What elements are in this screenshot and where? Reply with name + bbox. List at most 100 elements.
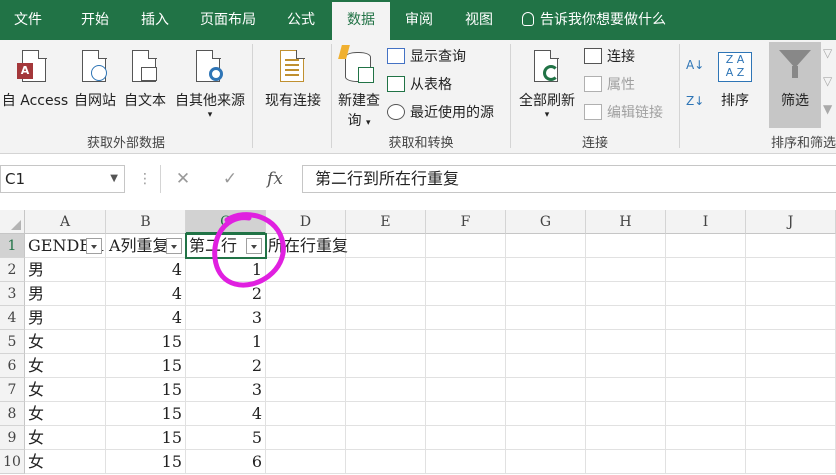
empty-cell[interactable] (266, 402, 346, 426)
empty-cell[interactable] (266, 378, 346, 402)
row-header[interactable]: 6 (0, 354, 25, 378)
empty-cell[interactable] (426, 402, 506, 426)
empty-cell[interactable] (346, 306, 426, 330)
tab-file[interactable]: 文件 (0, 0, 56, 40)
table-cell[interactable]: 15 (106, 402, 186, 426)
empty-cell[interactable] (266, 354, 346, 378)
empty-cell[interactable] (346, 426, 426, 450)
column-header-c[interactable]: C (186, 210, 266, 234)
empty-cell[interactable] (586, 306, 666, 330)
column-header-e[interactable]: E (346, 210, 426, 234)
column-header-h[interactable]: H (586, 210, 666, 234)
tab-review[interactable]: 审阅 (390, 0, 448, 40)
table-cell[interactable]: 15 (106, 354, 186, 378)
empty-cell[interactable] (506, 282, 586, 306)
row-header[interactable]: 3 (0, 282, 25, 306)
empty-cell[interactable] (746, 330, 836, 354)
sort-button[interactable]: Z AA Z 排序 (712, 46, 758, 126)
table-cell[interactable]: 4 (106, 306, 186, 330)
from-table-button[interactable]: 从表格 (387, 74, 452, 96)
column-header-d[interactable]: D (266, 210, 346, 234)
tab-formulas[interactable]: 公式 (272, 0, 330, 40)
column-header-f[interactable]: F (426, 210, 506, 234)
row-header[interactable]: 1 (0, 234, 25, 258)
filter-dropdown-icon[interactable] (86, 238, 102, 254)
table-cell[interactable]: 15 (106, 450, 186, 474)
table-cell[interactable]: 2 (186, 282, 266, 306)
sort-descending-button[interactable]: Z↓ (686, 90, 704, 112)
empty-cell[interactable] (346, 378, 426, 402)
table-cell[interactable]: 5 (186, 426, 266, 450)
table-cell[interactable]: 男 (25, 258, 106, 282)
empty-cell[interactable] (666, 306, 746, 330)
from-text-button[interactable]: 自文本 (120, 46, 170, 126)
empty-cell[interactable] (426, 426, 506, 450)
empty-cell[interactable] (426, 282, 506, 306)
empty-cell[interactable] (586, 330, 666, 354)
name-box[interactable]: C1 ▼ (0, 165, 125, 193)
table-cell[interactable]: 女 (25, 450, 106, 474)
empty-cell[interactable] (586, 282, 666, 306)
table-cell[interactable]: 女 (25, 354, 106, 378)
empty-cell[interactable] (506, 234, 586, 258)
row-header[interactable]: 4 (0, 306, 25, 330)
empty-cell[interactable] (586, 258, 666, 282)
empty-cell[interactable] (666, 378, 746, 402)
empty-cell[interactable] (666, 354, 746, 378)
formula-input[interactable]: 第二行到所在行重复 (302, 165, 836, 193)
table-cell[interactable]: 男 (25, 306, 106, 330)
table-cell[interactable]: 女 (25, 330, 106, 354)
empty-cell[interactable] (426, 306, 506, 330)
empty-cell[interactable] (266, 426, 346, 450)
existing-connections-button[interactable]: 现有连接 (258, 46, 328, 126)
empty-cell[interactable] (506, 258, 586, 282)
table-cell[interactable]: 4 (106, 282, 186, 306)
empty-cell[interactable] (506, 354, 586, 378)
empty-cell[interactable] (746, 306, 836, 330)
select-all-corner[interactable] (0, 210, 25, 234)
table-cell[interactable]: 3 (186, 378, 266, 402)
table-cell[interactable]: 4 (106, 258, 186, 282)
empty-cell[interactable] (506, 378, 586, 402)
recent-sources-button[interactable]: 最近使用的源 (387, 102, 494, 124)
empty-cell[interactable] (346, 450, 426, 474)
empty-cell[interactable] (426, 378, 506, 402)
empty-cell[interactable] (746, 234, 836, 258)
empty-cell[interactable] (266, 258, 346, 282)
from-other-sources-button[interactable]: 自其他来源 ▾ (170, 46, 250, 126)
empty-cell[interactable] (746, 354, 836, 378)
empty-cell[interactable] (746, 258, 836, 282)
empty-cell[interactable] (346, 330, 426, 354)
tab-view[interactable]: 视图 (450, 0, 508, 40)
empty-cell[interactable] (266, 330, 346, 354)
empty-cell[interactable] (666, 426, 746, 450)
tab-data[interactable]: 数据 (332, 2, 390, 40)
connections-button[interactable]: 连接 (584, 46, 635, 68)
empty-cell[interactable] (506, 330, 586, 354)
tab-page-layout[interactable]: 页面布局 (190, 0, 266, 40)
empty-cell[interactable] (346, 402, 426, 426)
from-web-button[interactable]: 自网站 (70, 46, 120, 126)
empty-cell[interactable] (426, 330, 506, 354)
empty-cell[interactable] (266, 282, 346, 306)
tell-me-search[interactable]: 告诉我你想要做什么 (522, 0, 666, 40)
tab-home[interactable]: 开始 (66, 0, 124, 40)
table-cell[interactable]: 1 (186, 258, 266, 282)
row-header[interactable]: 7 (0, 378, 25, 402)
empty-cell[interactable] (586, 450, 666, 474)
empty-cell[interactable] (426, 450, 506, 474)
table-cell[interactable]: 3 (186, 306, 266, 330)
empty-cell[interactable] (666, 258, 746, 282)
table-cell[interactable]: 15 (106, 426, 186, 450)
empty-cell[interactable] (266, 306, 346, 330)
table-cell[interactable]: 6 (186, 450, 266, 474)
filter-dropdown-icon[interactable] (166, 238, 182, 254)
empty-cell[interactable] (666, 282, 746, 306)
empty-cell[interactable] (666, 330, 746, 354)
table-cell[interactable]: 女 (25, 426, 106, 450)
empty-cell[interactable] (746, 426, 836, 450)
column-header-b[interactable]: B (106, 210, 186, 234)
empty-cell[interactable] (346, 258, 426, 282)
table-cell[interactable]: 4 (186, 402, 266, 426)
table-cell[interactable]: 2 (186, 354, 266, 378)
